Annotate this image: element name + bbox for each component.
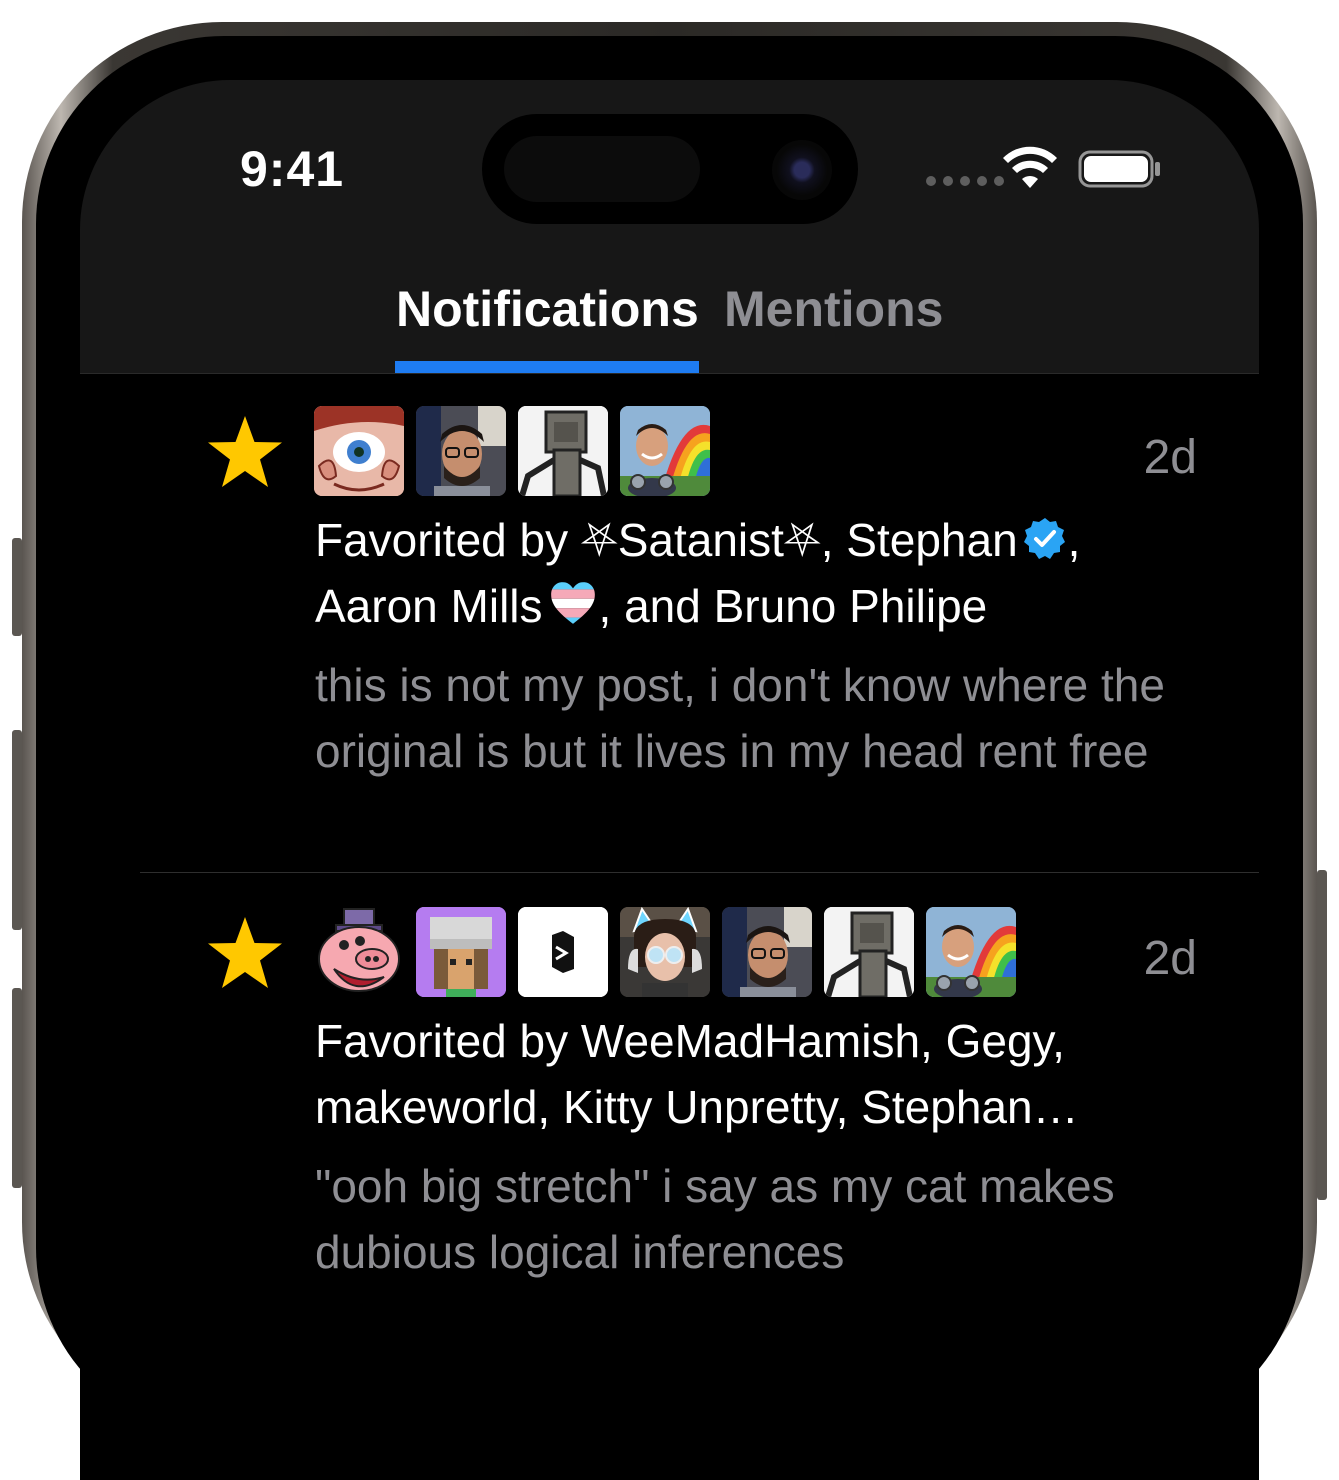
island-sensor bbox=[504, 136, 700, 202]
dynamic-island bbox=[482, 114, 858, 224]
rainbow-man-avatar[interactable] bbox=[620, 406, 710, 496]
status-time: 9:41 bbox=[240, 141, 345, 197]
gegy-avatar[interactable] bbox=[416, 907, 506, 997]
wifi-icon bbox=[1003, 146, 1057, 188]
rainbow-man-avatar[interactable] bbox=[926, 907, 1016, 997]
notification-status-text: "ooh big stretch" i say as my cat makes … bbox=[315, 1160, 1115, 1278]
kitty-avatar[interactable] bbox=[620, 907, 710, 997]
tab-bar: Notifications Mentions bbox=[80, 280, 1259, 340]
cellular-signal-icon bbox=[926, 176, 1004, 186]
account-name[interactable]: Bruno Philipe bbox=[714, 580, 988, 632]
name-separator: , and bbox=[598, 580, 714, 632]
star-icon bbox=[208, 416, 282, 487]
title-prefix: Favorited by bbox=[315, 514, 581, 566]
notification-item[interactable]: 2d Favorited by ⛧Satanist⛧, Stephan, Aaro… bbox=[80, 406, 1259, 872]
trans-heart-icon bbox=[550, 582, 595, 624]
avatar-row bbox=[314, 907, 1016, 997]
notification-time: 2d bbox=[1143, 431, 1197, 484]
header-divider bbox=[80, 373, 1259, 374]
volume-up-button bbox=[12, 730, 22, 930]
glasses-man-avatar[interactable] bbox=[722, 907, 812, 997]
star-icon bbox=[208, 917, 282, 988]
robot-avatar[interactable] bbox=[824, 907, 914, 997]
pig-hat-avatar[interactable] bbox=[314, 907, 404, 997]
notification-item[interactable]: 2d Favorited by WeeMadHamish, Gegy, make… bbox=[80, 907, 1259, 1407]
account-name[interactable]: Stephan bbox=[846, 514, 1017, 566]
power-button bbox=[1317, 870, 1327, 1200]
account-name[interactable]: Aaron Mills bbox=[315, 580, 543, 632]
robot-avatar[interactable] bbox=[518, 406, 608, 496]
name-separator: , bbox=[820, 514, 847, 566]
verified-badge-icon bbox=[1023, 518, 1065, 559]
action-button bbox=[12, 538, 22, 636]
eye-hands-avatar[interactable] bbox=[314, 406, 404, 496]
battery-icon bbox=[1078, 150, 1160, 188]
notification-title: Favorited by WeeMadHamish, Gegy, makewor… bbox=[315, 1015, 1079, 1133]
tab-mentions[interactable]: Mentions bbox=[724, 280, 943, 338]
notification-time: 2d bbox=[1143, 932, 1197, 985]
notification-title: Favorited by ⛧Satanist⛧, Stephan, Aaron M… bbox=[315, 507, 1195, 639]
glasses-man-avatar[interactable] bbox=[416, 406, 506, 496]
tab-notifications[interactable]: Notifications bbox=[396, 280, 699, 338]
account-name[interactable]: ⛧Satanist⛧ bbox=[581, 514, 821, 566]
active-tab-indicator bbox=[395, 361, 699, 373]
makeworld-avatar[interactable] bbox=[518, 907, 608, 997]
row-divider bbox=[140, 872, 1259, 873]
avatar-row bbox=[314, 406, 710, 496]
volume-down-button bbox=[12, 988, 22, 1188]
screen: 9:41 Notifications Mentions 2d Favorited… bbox=[80, 80, 1259, 1480]
front-camera bbox=[772, 140, 832, 200]
name-separator: , bbox=[1067, 514, 1081, 566]
notification-status-text: this is not my post, i don't know where … bbox=[315, 659, 1165, 777]
